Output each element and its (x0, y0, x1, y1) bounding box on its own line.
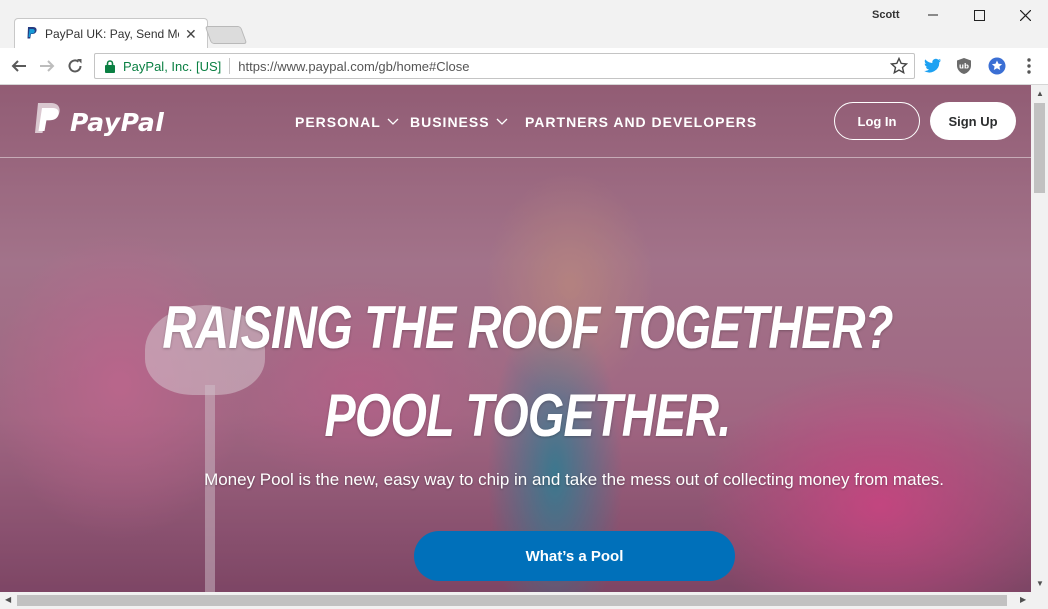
shield-extension-icon[interactable]: ub (955, 57, 973, 75)
close-icon[interactable]: ✕ (185, 27, 197, 41)
site-identity[interactable]: PayPal, Inc. [US] (123, 59, 221, 74)
bookmark-star-icon[interactable] (889, 56, 909, 75)
menu-dots-icon[interactable] (1020, 57, 1038, 75)
page-viewport: PayPal PERSONAL BUSINESS PARTNERS AND DE… (0, 85, 1031, 592)
hero-headline-line2: POOL TOGETHER. (324, 382, 731, 449)
profile-name[interactable]: Scott (872, 9, 900, 21)
login-button[interactable]: Log In (834, 102, 920, 140)
reload-icon[interactable] (64, 55, 86, 77)
back-arrow-icon[interactable] (8, 55, 30, 77)
paypal-logo-icon (32, 103, 62, 142)
signup-button[interactable]: Sign Up (930, 102, 1016, 140)
site-header: PayPal PERSONAL BUSINESS PARTNERS AND DE… (0, 85, 1031, 158)
nav-partners-label: PARTNERS AND DEVELOPERS (525, 114, 758, 130)
browser-toolbar: PayPal, Inc. [US] https://www.paypal.com… (0, 48, 1048, 85)
nav-personal[interactable]: PERSONAL (295, 114, 399, 130)
tab-title: PayPal UK: Pay, Send Mo (45, 26, 179, 41)
minimize-icon[interactable] (910, 0, 956, 30)
logo-text: PayPal (70, 108, 165, 137)
forward-arrow-icon[interactable] (36, 55, 58, 77)
chevron-down-icon (387, 118, 399, 125)
url-text[interactable]: https://www.paypal.com/gb/home#Close (238, 59, 469, 74)
nav-business-label: BUSINESS (410, 114, 490, 130)
nav-personal-label: PERSONAL (295, 114, 381, 130)
nav-business[interactable]: BUSINESS (410, 114, 508, 130)
browser-tab[interactable]: PayPal UK: Pay, Send Mo ✕ (14, 18, 208, 48)
paypal-logo[interactable]: PayPal (32, 103, 164, 142)
chevron-down-icon (496, 118, 508, 125)
twitter-icon[interactable] (924, 57, 942, 75)
scroll-left-icon[interactable]: ◀ (5, 595, 11, 604)
horizontal-scroll-thumb[interactable] (17, 595, 1007, 606)
vertical-scroll-thumb[interactable] (1034, 103, 1045, 193)
vertical-scrollbar[interactable]: ▲ ▼ (1031, 85, 1048, 592)
nav-partners-developers[interactable]: PARTNERS AND DEVELOPERS (525, 114, 757, 130)
star-badge-icon[interactable] (988, 57, 1006, 75)
whats-a-pool-button[interactable]: What’s a Pool (414, 531, 735, 581)
window-close-icon[interactable] (1002, 0, 1048, 30)
hero-headline-line1: RAISING THE ROOF TOGETHER? (162, 294, 893, 361)
svg-text:ub: ub (959, 63, 969, 71)
omnibox-divider (229, 58, 231, 74)
address-bar[interactable]: PayPal, Inc. [US] https://www.paypal.com… (94, 53, 915, 79)
scroll-right-icon[interactable]: ▶ (1020, 595, 1026, 604)
scroll-up-icon[interactable]: ▲ (1036, 89, 1044, 98)
horizontal-scrollbar[interactable]: ◀ ▶ (0, 592, 1048, 609)
browser-titlebar: PayPal UK: Pay, Send Mo ✕ Scott (0, 0, 1048, 48)
paypal-favicon (25, 27, 37, 41)
hero-subtitle: Money Pool is the new, easy way to chip … (204, 470, 944, 489)
new-tab-button[interactable] (204, 26, 248, 44)
lock-icon[interactable] (105, 59, 117, 73)
maximize-icon[interactable] (956, 0, 1002, 30)
scroll-down-icon[interactable]: ▼ (1036, 579, 1044, 588)
